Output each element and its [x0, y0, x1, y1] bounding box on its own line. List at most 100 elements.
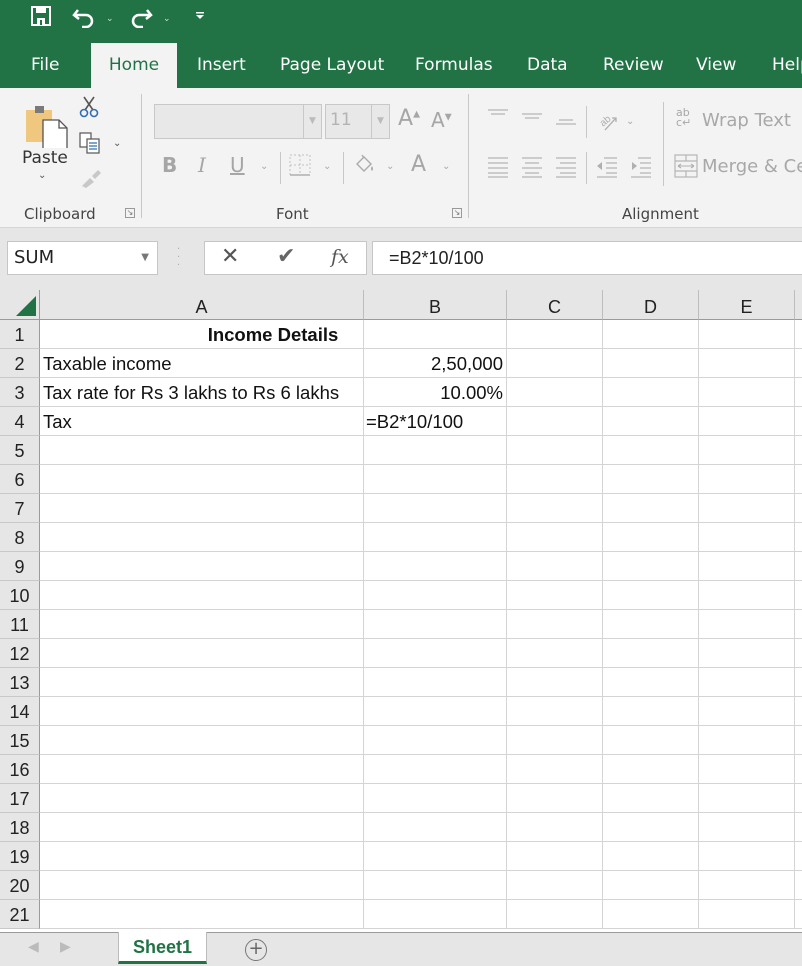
grid-cell[interactable]	[603, 755, 699, 784]
column-header-d[interactable]: D	[603, 290, 699, 320]
insert-function-icon[interactable]: fx	[331, 246, 349, 268]
grid-cell[interactable]	[364, 900, 507, 929]
row-header-16[interactable]: 16	[0, 755, 40, 784]
font-name-select[interactable]: ▼	[154, 104, 322, 139]
cell-b4[interactable]: =B2*10/100	[364, 407, 507, 436]
copy-icon[interactable]	[79, 132, 101, 158]
undo-dropdown-icon[interactable]: ⌄	[106, 14, 114, 24]
grid-cell[interactable]	[507, 726, 603, 755]
grid-cell[interactable]	[507, 494, 603, 523]
grid-cell[interactable]	[795, 378, 802, 407]
grid-cell[interactable]	[507, 900, 603, 929]
row-header-5[interactable]: 5	[0, 436, 40, 465]
grow-font-button[interactable]: A▲	[398, 106, 420, 131]
grid-cell[interactable]	[507, 436, 603, 465]
format-painter-icon[interactable]	[80, 168, 102, 192]
grid-cell[interactable]	[603, 697, 699, 726]
grid-cell[interactable]	[699, 494, 795, 523]
font-launcher-icon[interactable]: ↘	[452, 208, 462, 218]
underline-dropdown-icon[interactable]: ⌄	[260, 161, 268, 172]
grid-cell[interactable]	[40, 668, 364, 697]
row-header-1[interactable]: 1	[0, 320, 40, 349]
grid-cell[interactable]	[507, 581, 603, 610]
font-color-dropdown-icon[interactable]: ⌄	[442, 161, 450, 172]
copy-dropdown-icon[interactable]: ⌄	[113, 138, 121, 149]
tab-data[interactable]: Data	[527, 43, 568, 88]
grid-cell[interactable]	[795, 784, 802, 813]
grid-cell[interactable]	[507, 639, 603, 668]
next-sheet-icon[interactable]: ▶	[60, 939, 71, 955]
fill-color-icon[interactable]	[354, 154, 376, 178]
redo-icon[interactable]	[129, 6, 153, 33]
grid-cell[interactable]	[603, 668, 699, 697]
row-header-18[interactable]: 18	[0, 813, 40, 842]
orientation-icon[interactable]: ab	[597, 110, 619, 136]
grid-cell[interactable]	[795, 494, 802, 523]
grid-cell[interactable]	[40, 523, 364, 552]
grid-cell[interactable]	[699, 320, 795, 349]
grid-cell[interactable]	[795, 726, 802, 755]
align-right-icon[interactable]	[555, 156, 577, 182]
tab-file[interactable]: File	[31, 43, 59, 88]
grid-cell[interactable]	[507, 465, 603, 494]
grid-cell[interactable]	[795, 755, 802, 784]
grid-cell[interactable]	[507, 610, 603, 639]
grid-cell[interactable]	[40, 726, 364, 755]
grid-cell[interactable]	[699, 523, 795, 552]
grid-cell[interactable]	[795, 465, 802, 494]
font-size-dropdown-icon[interactable]: ▼	[371, 105, 389, 138]
font-size-select[interactable]: 11 ▼	[325, 104, 390, 139]
grid-cell[interactable]	[507, 755, 603, 784]
grid-cell[interactable]	[699, 813, 795, 842]
grid-cell[interactable]	[603, 842, 699, 871]
grid-cell[interactable]	[364, 639, 507, 668]
orientation-dropdown-icon[interactable]: ⌄	[626, 116, 634, 127]
grid-cell[interactable]	[603, 610, 699, 639]
grid-cell[interactable]	[603, 552, 699, 581]
tab-page-layout[interactable]: Page Layout	[280, 43, 384, 88]
undo-icon[interactable]	[72, 6, 96, 33]
grid-cell[interactable]	[507, 668, 603, 697]
grid-cell[interactable]	[507, 378, 603, 407]
grid-cell[interactable]	[795, 349, 802, 378]
row-header-13[interactable]: 13	[0, 668, 40, 697]
grid-cell[interactable]	[364, 813, 507, 842]
grid-cell[interactable]	[699, 726, 795, 755]
column-header-e[interactable]: E	[699, 290, 795, 320]
font-color-button[interactable]: A	[411, 152, 426, 177]
grid-cell[interactable]	[795, 813, 802, 842]
grid-cell[interactable]	[603, 378, 699, 407]
grid-cell[interactable]	[364, 465, 507, 494]
cell-b3[interactable]: 10.00%	[364, 378, 507, 407]
grid-cell[interactable]	[699, 610, 795, 639]
add-sheet-icon[interactable]: +	[245, 939, 267, 961]
grid-cell[interactable]	[699, 378, 795, 407]
grid-cell[interactable]	[795, 610, 802, 639]
grid-cell[interactable]	[364, 552, 507, 581]
fill-color-dropdown-icon[interactable]: ⌄	[386, 161, 394, 172]
top-align-icon[interactable]	[487, 108, 509, 128]
grid-cell[interactable]	[699, 639, 795, 668]
grid-cell[interactable]	[603, 349, 699, 378]
cell-a4[interactable]: Tax	[40, 407, 364, 436]
grid-cell[interactable]	[603, 465, 699, 494]
grid-cell[interactable]	[603, 523, 699, 552]
grid-cell[interactable]	[603, 871, 699, 900]
grid-cell[interactable]	[364, 610, 507, 639]
grid-cell[interactable]	[40, 784, 364, 813]
grid-cell[interactable]	[795, 320, 802, 349]
column-header-f[interactable]	[795, 290, 802, 320]
column-header-a[interactable]: A	[40, 290, 364, 320]
grid-cell[interactable]	[40, 465, 364, 494]
row-header-3[interactable]: 3	[0, 378, 40, 407]
grid-cell[interactable]	[40, 842, 364, 871]
grid-cell[interactable]	[507, 697, 603, 726]
grid-cell[interactable]	[699, 697, 795, 726]
tab-review[interactable]: Review	[603, 43, 664, 88]
font-name-dropdown-icon[interactable]: ▼	[303, 105, 321, 138]
grid-cell[interactable]	[40, 813, 364, 842]
grid-cell[interactable]	[699, 349, 795, 378]
decrease-indent-icon[interactable]	[596, 156, 618, 182]
italic-button[interactable]: I	[198, 153, 206, 177]
grid-cell[interactable]	[40, 639, 364, 668]
